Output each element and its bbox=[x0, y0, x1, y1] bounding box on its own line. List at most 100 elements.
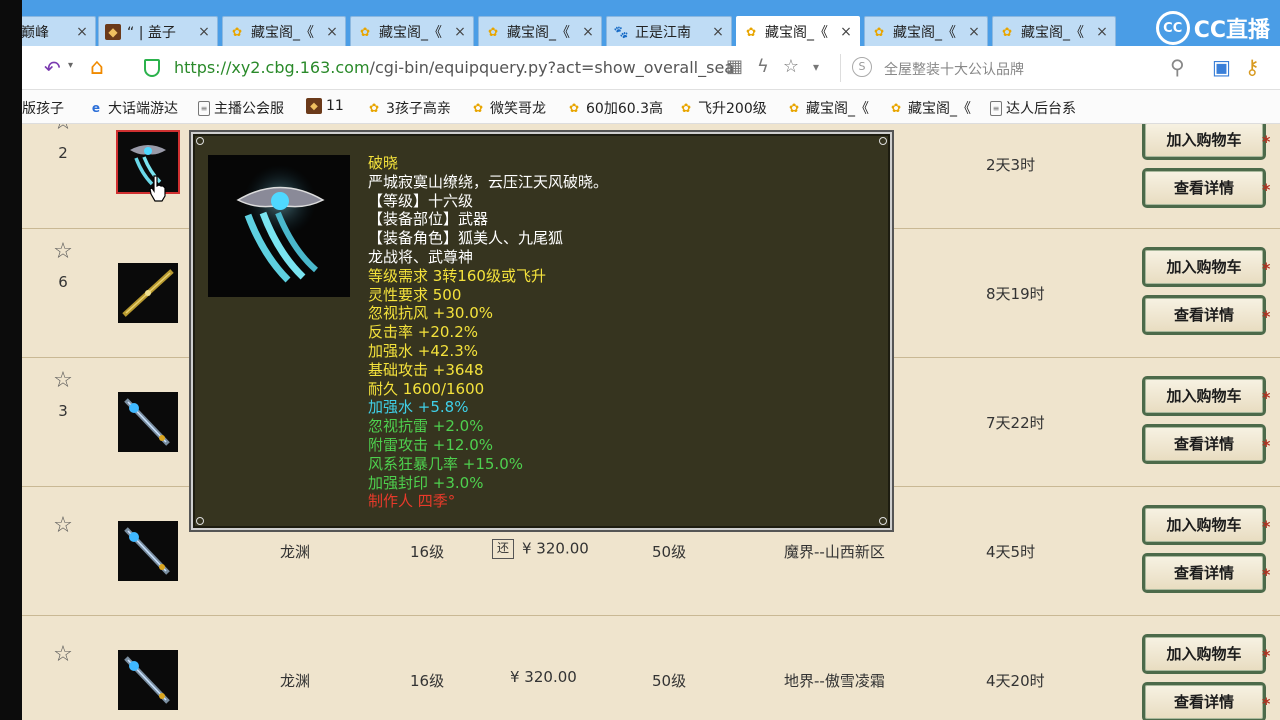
browser-tab[interactable]: ✿ 藏宝阁_《 × bbox=[222, 16, 346, 46]
close-icon[interactable]: × bbox=[197, 24, 211, 40]
bookmark-item[interactable]: 版孩子 bbox=[22, 98, 64, 118]
cbg-icon: ✿ bbox=[568, 101, 580, 115]
cbg-icon: ✿ bbox=[231, 24, 243, 39]
close-icon[interactable]: × bbox=[581, 24, 595, 40]
bookmark-item[interactable]: e 大话端游达 bbox=[88, 98, 178, 118]
tooltip-line: 【装备角色】狐美人、九尾狐 bbox=[368, 229, 564, 248]
key-icon[interactable]: ⚷ bbox=[1245, 55, 1260, 79]
cbg-icon: ✿ bbox=[487, 24, 499, 39]
tab-label: “ | 盖子 bbox=[127, 24, 176, 41]
add-to-cart-button[interactable]: 加入购物车 bbox=[1142, 376, 1266, 416]
lightning-icon[interactable]: ϟ bbox=[757, 56, 769, 78]
view-details-button[interactable]: 查看详情 bbox=[1142, 682, 1266, 720]
left-edge-strip bbox=[0, 0, 22, 720]
bookmark-item[interactable]: ≡ 达人后台系 bbox=[990, 98, 1076, 118]
chevron-down-icon[interactable]: ▾ bbox=[68, 60, 73, 71]
view-details-button[interactable]: 查看详情 bbox=[1142, 424, 1266, 464]
favorite-star-icon[interactable]: ☆ bbox=[50, 642, 76, 667]
tooltip-line: 加强封印 +3.0% bbox=[368, 473, 484, 492]
close-icon[interactable]: × bbox=[325, 24, 339, 40]
bookmark-item[interactable]: ✿ 60加60.3高 bbox=[566, 98, 663, 118]
close-icon[interactable]: × bbox=[839, 24, 853, 40]
tab-label: 藏宝阁_《 bbox=[251, 24, 314, 41]
corner-ornament bbox=[196, 517, 204, 525]
search-engine-icon[interactable]: S bbox=[852, 57, 872, 77]
cbg-icon: ✿ bbox=[873, 24, 885, 39]
add-to-cart-button[interactable]: 加入购物车 bbox=[1142, 634, 1266, 674]
corner-ornament bbox=[879, 137, 887, 145]
time-remaining: 7天22时 bbox=[986, 414, 1045, 432]
tooltip-line: 忽视抗雷 +2.0% bbox=[368, 417, 484, 436]
view-details-button[interactable]: 查看详情 bbox=[1142, 295, 1266, 335]
ribbon-decoration-icon: ⁎ bbox=[1262, 642, 1271, 661]
bookmark-item[interactable]: ✿ 飞升200级 bbox=[678, 98, 767, 118]
favorite-count: 2 bbox=[58, 144, 68, 162]
watermark-text: CC直播 bbox=[1193, 18, 1270, 43]
browser-tab[interactable]: ✿ 藏宝阁_《 × bbox=[736, 16, 860, 46]
close-icon[interactable]: × bbox=[711, 24, 725, 40]
browser-tab[interactable]: ✿ 藏宝阁_《 × bbox=[478, 16, 602, 46]
equipment-thumbnail[interactable] bbox=[118, 392, 178, 452]
favorite-star-icon[interactable]: ☆ bbox=[50, 513, 76, 538]
browser-tab[interactable]: 🐾 正是江南 × bbox=[606, 16, 732, 46]
favorite-star-icon[interactable]: ☆ bbox=[50, 124, 76, 135]
bookmark-item[interactable]: ≡ 主播公会服 bbox=[198, 98, 284, 118]
add-to-cart-button[interactable]: 加入购物车 bbox=[1142, 124, 1266, 160]
extension-icon[interactable]: ▣ bbox=[1212, 55, 1231, 79]
cbg-icon: ✿ bbox=[1001, 24, 1013, 39]
bookmark-item[interactable]: ✿ 藏宝阁_《 bbox=[786, 98, 869, 118]
close-icon[interactable]: × bbox=[453, 24, 467, 40]
equipment-level: 16级 bbox=[410, 672, 445, 690]
bookmark-label: 3孩子高亲 bbox=[386, 101, 451, 117]
view-details-button[interactable]: 查看详情 bbox=[1142, 553, 1266, 593]
browser-tab[interactable]: ◆ “ | 盖子 × bbox=[98, 16, 218, 46]
price-cell: 还 ¥ 320.00 bbox=[492, 539, 589, 559]
search-input[interactable]: 全屋整装十大公认品牌 bbox=[884, 59, 1024, 79]
browser-tab[interactable]: ✿ 藏宝阁_《 × bbox=[992, 16, 1116, 46]
equipment-name[interactable]: 龙渊 bbox=[280, 670, 310, 691]
search-icon[interactable]: ⚲ bbox=[1170, 55, 1185, 79]
add-to-cart-button[interactable]: 加入购物车 bbox=[1142, 505, 1266, 545]
favorite-star-icon[interactable]: ☆ bbox=[50, 239, 76, 264]
table-row: ☆ 龙渊 16级 ¥ 320.00 50级 地界--傲雪凌霜 4天20时 加入购物车 ⁎ 查看详情… bbox=[22, 616, 1280, 720]
close-icon[interactable]: × bbox=[1095, 24, 1109, 40]
view-details-button[interactable]: 查看详情 bbox=[1142, 168, 1266, 208]
grid-icon[interactable]: ▦ bbox=[726, 56, 743, 78]
cc-logo-icon: CC bbox=[1155, 11, 1190, 45]
tooltip-text: 破晓 严城寂寞山缭绕，云压江天风破晓。 【等级】十六级 【装备部位】武器 【装备角色】狐… bbox=[368, 154, 608, 511]
equipment-thumbnail[interactable] bbox=[118, 650, 178, 710]
equipment-thumbnail[interactable] bbox=[118, 263, 178, 323]
undo-icon[interactable]: ↶ bbox=[44, 56, 61, 80]
close-icon[interactable]: × bbox=[967, 24, 981, 40]
secure-shield-icon[interactable] bbox=[144, 59, 160, 77]
star-bookmark-icon[interactable]: ☆ bbox=[783, 56, 799, 78]
browser-tab[interactable]: ✿ 藏宝阁_《 × bbox=[350, 16, 474, 46]
browser-tab[interactable]: ✿ 藏宝阁_《 × bbox=[864, 16, 988, 46]
equipment-thumbnail[interactable] bbox=[118, 521, 178, 581]
ribbon-decoration-icon: ⁎ bbox=[1262, 513, 1271, 532]
time-remaining: 4天5时 bbox=[986, 543, 1036, 561]
home-icon[interactable]: ⌂ bbox=[90, 55, 104, 80]
add-to-cart-button[interactable]: 加入购物车 bbox=[1142, 247, 1266, 287]
bookmark-item[interactable]: ✿ 3孩子高亲 bbox=[366, 98, 451, 118]
time-remaining: 8天19时 bbox=[986, 285, 1045, 303]
bookmark-item[interactable]: ✿ 微笑哥龙 bbox=[470, 98, 546, 118]
equipment-name[interactable]: 龙渊 bbox=[280, 541, 310, 562]
cbg-icon: ✿ bbox=[680, 101, 692, 115]
bookmark-item[interactable]: ◆ 11 bbox=[306, 98, 344, 114]
bookmark-label: 微笑哥龙 bbox=[490, 101, 546, 117]
favorite-star-icon[interactable]: ☆ bbox=[50, 368, 76, 393]
equipment-title: 破晓 bbox=[368, 154, 399, 172]
bookmark-label: 11 bbox=[326, 98, 344, 114]
url-field[interactable]: https://xy2.cbg.163.com/cgi-bin/equipque… bbox=[174, 58, 734, 77]
tooltip-line: 制作人 四季° bbox=[368, 492, 456, 511]
tab-label: 藏宝阁_《 bbox=[1021, 24, 1084, 41]
close-icon[interactable]: × bbox=[75, 24, 89, 40]
tab-label: 正是江南 bbox=[635, 24, 691, 41]
tooltip-line: 严城寂寞山缭绕，云压江天风破晓。 bbox=[368, 172, 609, 191]
bookmark-item[interactable]: ✿ 藏宝阁_《 bbox=[888, 98, 971, 118]
price-cell: ¥ 320.00 bbox=[510, 668, 577, 686]
dropdown-icon[interactable]: ▾ bbox=[813, 56, 819, 78]
tooltip-line: 【装备部位】武器 bbox=[368, 210, 489, 229]
bookmark-label: 达人后台系 bbox=[1006, 101, 1076, 117]
